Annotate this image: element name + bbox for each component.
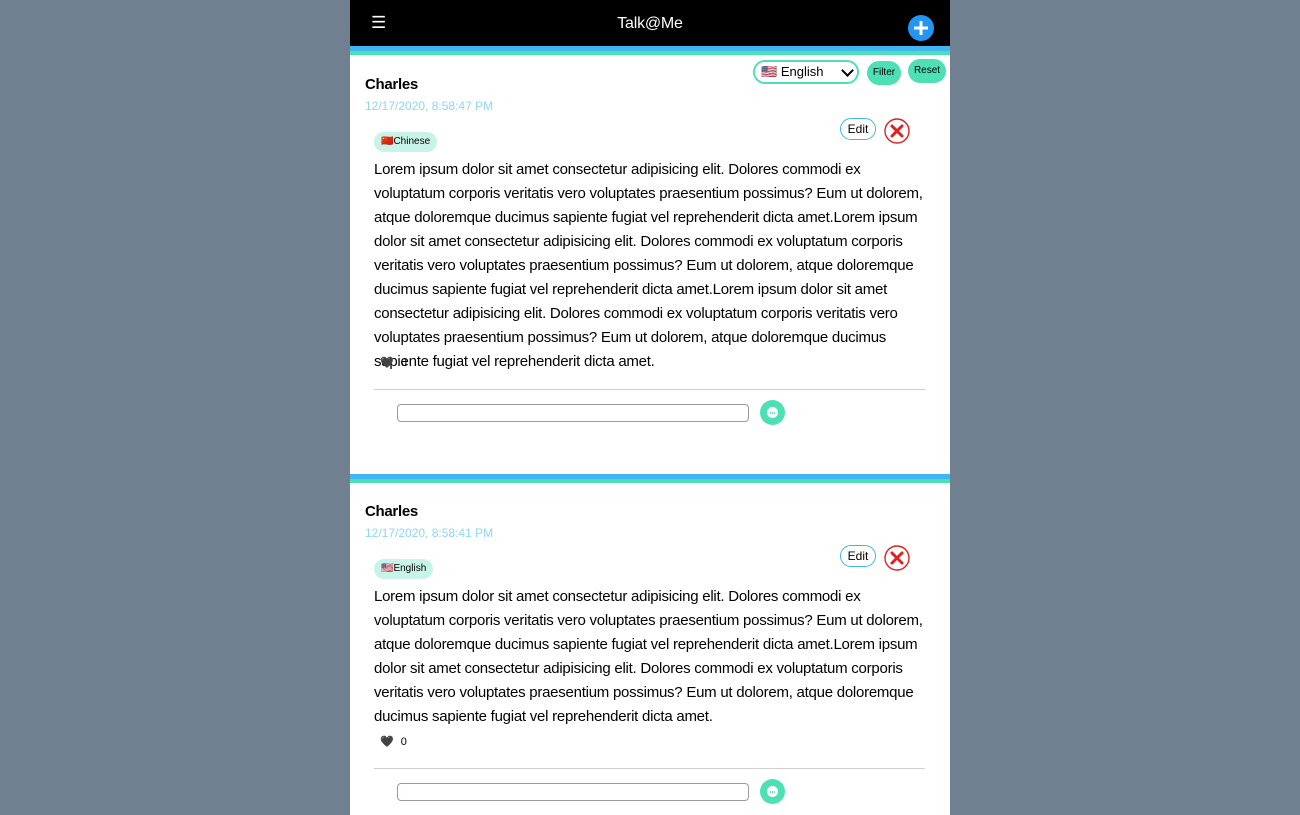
post-author: Charles bbox=[365, 503, 418, 520]
divider bbox=[374, 389, 925, 390]
like-counter: 🖤 0 bbox=[380, 734, 407, 750]
edit-button[interactable]: Edit bbox=[840, 545, 876, 567]
plus-icon bbox=[914, 21, 928, 35]
post-author: Charles bbox=[365, 76, 418, 93]
comment-send-button[interactable] bbox=[760, 779, 785, 804]
close-icon bbox=[884, 118, 910, 144]
comment-input[interactable] bbox=[397, 404, 749, 422]
divider bbox=[374, 768, 925, 769]
language-badge-label: Chinese bbox=[393, 136, 431, 147]
chevron-down-icon bbox=[841, 64, 854, 77]
heart-icon[interactable]: 🖤 bbox=[380, 734, 394, 750]
post-card: Charles 12/17/2020, 8:58:41 PM Edit 🇺🇸En… bbox=[350, 503, 950, 815]
like-counter: 🖤 0 bbox=[380, 355, 407, 371]
post-timestamp: 12/17/2020, 8:58:47 PM bbox=[365, 99, 494, 113]
comment-send-button[interactable] bbox=[760, 400, 785, 425]
navbar: ☰ Talk@Me bbox=[350, 0, 950, 46]
flag-icon: 🇨🇳 bbox=[381, 136, 394, 147]
post-timestamp: 12/17/2020, 8:58:41 PM bbox=[365, 526, 494, 540]
language-badge-label: English bbox=[393, 563, 427, 574]
add-post-button[interactable] bbox=[908, 15, 934, 41]
like-count: 0 bbox=[400, 736, 407, 748]
chat-bubble-icon bbox=[767, 407, 778, 418]
app-title: Talk@Me bbox=[617, 15, 683, 32]
post-body: Lorem ipsum dolor sit amet consectetur a… bbox=[374, 588, 923, 725]
post-card: Charles 12/17/2020, 8:58:47 PM Edit 🇨🇳Ch… bbox=[350, 76, 950, 474]
heart-icon[interactable]: 🖤 bbox=[380, 355, 394, 371]
app-container: ☰ Talk@Me 🇺🇸 English Filter Reset Charle… bbox=[350, 0, 950, 815]
chat-bubble-icon bbox=[767, 786, 778, 797]
edit-button[interactable]: Edit bbox=[840, 118, 876, 140]
delete-button[interactable] bbox=[884, 545, 910, 571]
flag-icon: 🇺🇸 bbox=[381, 563, 394, 574]
comment-input[interactable] bbox=[397, 783, 749, 801]
header-stripe-green bbox=[350, 51, 950, 55]
post-separator-green bbox=[350, 479, 950, 483]
like-count: 0 bbox=[400, 357, 407, 369]
close-icon bbox=[884, 545, 910, 571]
delete-button[interactable] bbox=[884, 118, 910, 144]
post-body: Lorem ipsum dolor sit amet consectetur a… bbox=[374, 161, 923, 370]
language-badge: 🇺🇸English bbox=[374, 559, 434, 579]
language-badge: 🇨🇳Chinese bbox=[374, 132, 438, 152]
